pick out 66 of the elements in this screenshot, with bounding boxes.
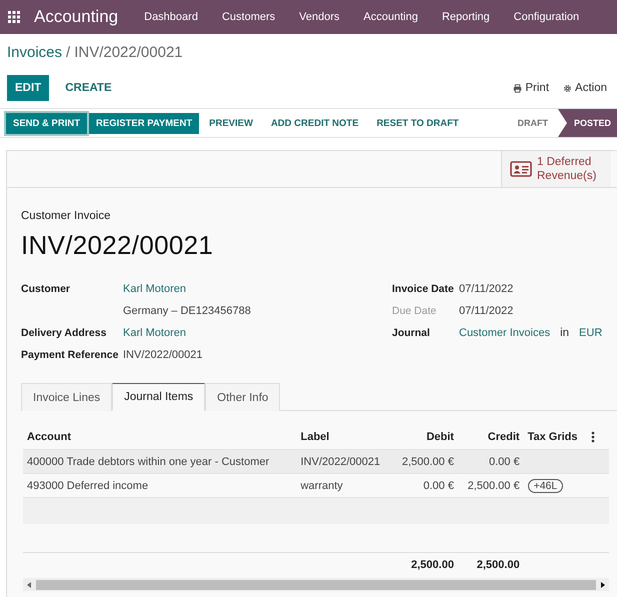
app-title[interactable]: Accounting xyxy=(34,7,118,27)
field-link[interactable]: Karl Motoren xyxy=(123,327,392,339)
field-label: Payment Reference xyxy=(21,349,120,361)
scroll-right-icon[interactable] xyxy=(600,580,606,588)
field-value: 07/11/2022 xyxy=(459,283,514,295)
breadcrumb-link[interactable]: Invoices xyxy=(7,44,62,70)
field-label: Customer xyxy=(21,283,72,295)
menu-item[interactable]: Vendors xyxy=(299,11,340,23)
field-joiner: in xyxy=(560,327,570,339)
table-cell: 400000 Trade debtors within one year - Customer xyxy=(23,450,297,474)
status-action-button[interactable]: ADD CREDIT NOTE xyxy=(262,112,367,134)
apps-menu-icon[interactable] xyxy=(8,11,20,23)
stage-button[interactable]: POSTED xyxy=(558,109,617,137)
contact-card-icon xyxy=(510,161,532,177)
more-options-icon[interactable] xyxy=(591,431,595,443)
action-button[interactable]: Print xyxy=(510,82,552,94)
document-type-label: Customer Invoice xyxy=(21,210,112,222)
field-link[interactable]: Karl Motoren xyxy=(123,283,392,295)
menu-item[interactable]: Configuration xyxy=(514,11,580,23)
column-header[interactable]: Credit xyxy=(458,425,524,450)
invoice-number: INV/2022/00021 xyxy=(21,230,214,261)
tab[interactable]: Invoice Lines xyxy=(21,383,112,411)
field-value: INV/2022/00021 xyxy=(123,349,204,361)
status-action-button[interactable]: PREVIEW xyxy=(201,112,261,134)
table-cell: INV/2022/00021 xyxy=(296,450,392,474)
tab[interactable]: Journal Items xyxy=(112,383,206,411)
tab[interactable]: Other Info xyxy=(205,383,280,411)
column-header[interactable]: Debit xyxy=(392,425,458,450)
printer-icon xyxy=(513,84,522,92)
action-button[interactable]: Action xyxy=(560,82,610,94)
total-cell: 2,500.00 xyxy=(392,552,458,576)
create-button[interactable]: CREATE xyxy=(57,75,120,101)
settings-icon xyxy=(563,84,572,92)
field-value: Germany – DE123456788 xyxy=(123,305,252,317)
tax-grid-tag: +46L xyxy=(528,478,564,492)
field-link[interactable]: Customer Invoices xyxy=(459,327,550,339)
field-label: Due Date xyxy=(392,305,438,317)
currency-link[interactable]: EUR xyxy=(579,327,602,339)
column-header[interactable]: Account xyxy=(23,425,297,450)
deferred-revenue-button[interactable]: 1 Deferred Revenue(s) xyxy=(501,151,611,187)
total-cell: 2,500.00 xyxy=(458,552,524,576)
field-value: 07/11/2022 xyxy=(459,305,514,317)
column-header[interactable]: Label xyxy=(296,425,392,450)
scroll-left-icon[interactable] xyxy=(26,580,32,588)
stage-button[interactable]: DRAFT xyxy=(507,109,558,137)
menu-item[interactable]: Customers xyxy=(222,11,276,23)
table-cell: 0.00 € xyxy=(392,474,458,498)
column-header[interactable]: Tax Grids xyxy=(524,425,587,450)
field-label: Invoice Date xyxy=(392,283,455,295)
field-label: Journal xyxy=(392,327,431,339)
status-action-button[interactable]: RESET TO DRAFT xyxy=(368,112,467,134)
breadcrumb-separator: / xyxy=(66,44,70,63)
table-cell: warranty xyxy=(296,474,392,498)
status-action-button[interactable]: REGISTER PAYMENT xyxy=(89,112,200,134)
table-cell: 493000 Deferred income xyxy=(23,474,297,498)
status-action-button[interactable]: SEND & PRINT xyxy=(6,112,88,134)
menu-item[interactable]: Reporting xyxy=(442,11,490,23)
table-cell: 0.00 € xyxy=(458,450,524,474)
breadcrumb-current: INV/2022/00021 xyxy=(74,44,183,63)
edit-button[interactable]: EDIT xyxy=(7,75,50,101)
menu-item[interactable]: Dashboard xyxy=(144,11,198,23)
menu-item[interactable]: Accounting xyxy=(364,11,418,23)
table-cell: 2,500.00 € xyxy=(392,450,458,474)
table-cell: 2,500.00 € xyxy=(458,474,524,498)
horizontal-scrollbar[interactable] xyxy=(23,578,609,591)
field-label: Delivery Address xyxy=(21,327,108,339)
